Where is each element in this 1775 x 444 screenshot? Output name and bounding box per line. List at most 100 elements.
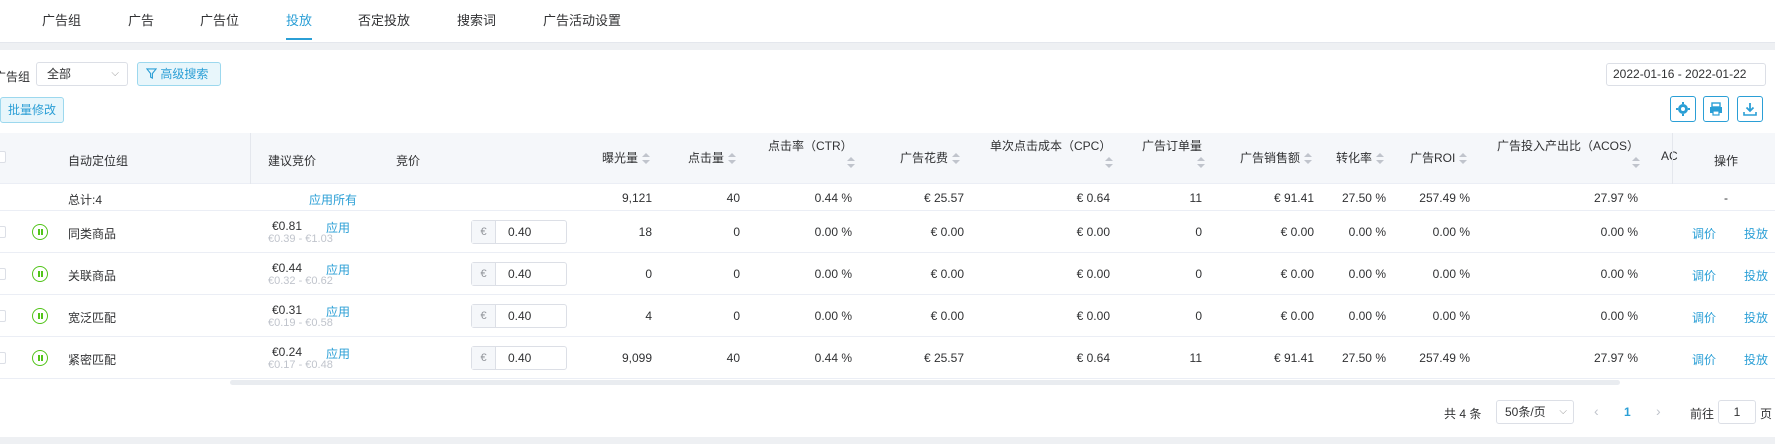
sales-value: € 0.00 [1280,225,1314,239]
print-icon [1710,102,1722,116]
targeting-link[interactable]: 投放 [1744,267,1768,284]
tab-ads[interactable]: 广告 [128,10,154,29]
header-conversion-rate[interactable]: 转化率 [1336,149,1385,166]
header-impressions[interactable]: 曝光量 [602,149,651,166]
settings-button[interactable] [1670,96,1696,122]
total-cpc: € 0.64 [1076,191,1110,205]
row-checkbox[interactable] [0,226,6,238]
batch-edit-button[interactable]: 批量修改 [0,97,64,123]
header-clicks[interactable]: 点击量 [688,149,737,166]
next-page-icon[interactable]: › [1656,403,1661,419]
suggested-bid-range: €0.17 - €0.48 [268,359,333,371]
targeting-link[interactable]: 投放 [1744,309,1768,326]
impressions-value: 4 [645,309,652,323]
header-impressions-label: 曝光量 [602,151,639,165]
header-operations: 操作 [1714,154,1739,168]
total-roi: 257.49 % [1419,191,1470,205]
pause-icon[interactable] [32,308,48,324]
row-checkbox[interactable] [0,310,6,322]
bid-value: 0.40 [508,351,532,365]
tab-search-terms[interactable]: 搜索词 [457,10,496,29]
header-ctr[interactable]: 点击率（CTR） [768,137,853,154]
currency-prefix: € [472,305,496,327]
ad-group-filter-label: 广告组 [0,70,31,84]
acos-value: 0.00 % [1600,225,1638,239]
row-checkbox[interactable] [0,352,6,364]
print-button[interactable] [1703,96,1729,122]
horizontal-scrollbar[interactable] [230,380,1620,385]
header-sales-label: 广告销售额 [1240,151,1301,165]
impressions-value: 9,099 [621,351,652,365]
header-acos[interactable]: 广告投入产出比（ACOS） [1497,137,1639,154]
sort-icon [847,157,855,169]
targeting-link[interactable]: 投放 [1744,225,1768,242]
orders-value: 0 [1195,267,1202,281]
tab-targeting[interactable]: 投放 [286,10,312,29]
targeting-link[interactable]: 投放 [1744,351,1768,368]
chevron-down-icon: ⌵ [1559,406,1567,417]
advanced-search-button[interactable]: 高级搜索 [137,62,221,86]
ad-group-select[interactable]: 全部 ⌵ [36,62,128,86]
adjust-bid-link[interactable]: 调价 [1692,309,1716,326]
apply-all-link[interactable]: 应用所有 [309,191,357,208]
adjust-bid-link[interactable]: 调价 [1692,351,1716,368]
current-page[interactable]: 1 [1624,405,1631,419]
ctr-value: 0.00 % [814,267,852,281]
pause-icon[interactable] [32,266,48,282]
total-spend: € 25.57 [923,191,964,205]
sort-icon [952,152,961,165]
acos-value: 27.97 % [1593,351,1638,365]
header-bid: 竞价 [396,154,421,168]
bid-input[interactable]: €0.40 [471,304,567,328]
cvr-value: 0.00 % [1348,267,1386,281]
ctr-value: 0.00 % [814,309,852,323]
total-acos: 27.97 % [1593,191,1638,205]
currency-prefix: € [472,347,496,369]
clicks-value: 0 [733,267,740,281]
sort-icon [1304,152,1313,165]
group-name: 宽泛匹配 [68,311,117,325]
header-cpc[interactable]: 单次点击成本（CPC） [990,137,1111,154]
pause-icon[interactable] [32,224,48,240]
tab-ad-group[interactable]: 广告组 [42,10,81,29]
goto-page-input[interactable]: 1 [1718,400,1756,424]
bid-input[interactable]: €0.40 [471,346,567,370]
bid-value: 0.40 [508,225,532,239]
group-name: 关联商品 [68,269,117,283]
pause-icon[interactable] [32,350,48,366]
roi-value: 0.00 % [1432,225,1470,239]
page-size-value: 50条/页 [1505,405,1546,419]
select-all-checkbox[interactable] [0,151,6,163]
tab-campaign-settings[interactable]: 广告活动设置 [543,10,621,29]
row-checkbox[interactable] [0,268,6,280]
header-roi[interactable]: 广告ROI [1410,149,1468,166]
goto-prefix: 前往 [1690,407,1715,421]
download-icon [1743,103,1757,116]
roi-value: 0.00 % [1432,267,1470,281]
orders-value: 0 [1195,309,1202,323]
download-button[interactable] [1737,96,1763,122]
suggested-bid: €0.81 [272,219,303,233]
header-spend-label: 广告花费 [900,151,949,165]
ctr-value: 0.44 % [814,351,852,365]
header-sales[interactable]: 广告销售额 [1240,149,1313,166]
page-size-select[interactable]: 50条/页 ⌵ [1496,400,1574,424]
sort-icon [728,152,737,165]
header-orders[interactable]: 广告订单量 [1142,137,1202,154]
tab-placement[interactable]: 广告位 [200,10,239,29]
header-spend[interactable]: 广告花费 [900,149,961,166]
date-range-picker[interactable]: 2022-01-16 - 2022-01-22 [1606,63,1766,86]
adjust-bid-link[interactable]: 调价 [1692,225,1716,242]
section-divider [0,42,1775,50]
group-name: 紧密匹配 [68,353,117,367]
cpc-value: € 0.64 [1076,351,1110,365]
gear-icon [1676,102,1690,116]
bid-input[interactable]: €0.40 [471,262,567,286]
prev-page-icon[interactable]: ‹ [1594,403,1599,419]
bid-input[interactable]: €0.40 [471,220,567,244]
tab-negative-targeting[interactable]: 否定投放 [358,10,410,29]
filter-icon [145,68,158,79]
adjust-bid-link[interactable]: 调价 [1692,267,1716,284]
table-row: 关联商品 €0.44 应用 €0.32 - €0.62 €0.40 0 0 0.00 % € 0… [0,253,1775,295]
orders-value: 11 [1189,351,1202,365]
